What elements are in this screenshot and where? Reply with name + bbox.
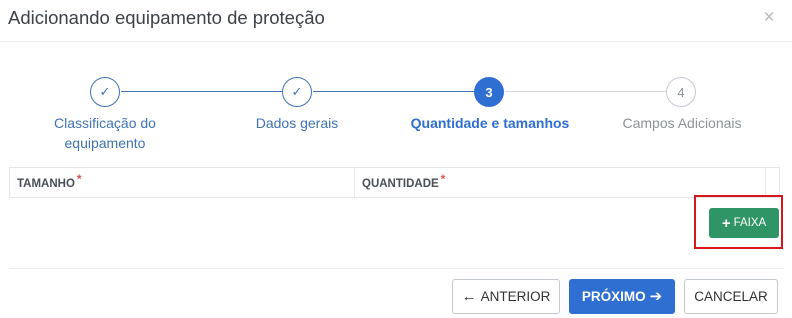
step-connector-1-2 (121, 91, 283, 92)
step-2-label[interactable]: Dados gerais (227, 113, 367, 133)
column-header-tamanho: TAMANHO * (17, 172, 82, 190)
required-marker: * (440, 172, 446, 186)
add-faixa-label: FAIXA (733, 217, 767, 229)
step-3-indicator[interactable]: 3 (474, 77, 504, 107)
step-4-label[interactable]: Campos Adicionais (597, 113, 767, 133)
arrow-right-icon: ➔ (649, 288, 663, 305)
step-3-label[interactable]: Quantidade e tamanhos (400, 113, 580, 133)
plus-icon: + (721, 214, 731, 232)
cancel-button[interactable]: CANCELAR (684, 279, 778, 314)
next-button[interactable]: PRÓXIMO ➔ (569, 279, 675, 314)
arrow-left-icon: ← (461, 288, 477, 305)
column-header-quantidade: QUANTIDADE * (362, 172, 446, 190)
wizard-stepper: ✓ ✓ 3 4 Classificação do equipamento Dad… (0, 70, 792, 160)
column-divider (765, 168, 766, 197)
close-icon[interactable]: × (760, 8, 778, 28)
required-marker: * (76, 172, 82, 186)
previous-button[interactable]: ← ANTERIOR (452, 279, 560, 314)
modal-title: Adicionando equipamento de proteção (8, 7, 325, 28)
step-4-indicator[interactable]: 4 (666, 77, 696, 107)
footer-divider (9, 268, 784, 269)
step-1-check-icon[interactable]: ✓ (90, 77, 120, 107)
step-2-check-icon[interactable]: ✓ (282, 77, 312, 107)
add-faixa-button[interactable]: + FAIXA (709, 208, 779, 238)
step-1-label[interactable]: Classificação do equipamento (35, 113, 175, 153)
sizes-table: TAMANHO * QUANTIDADE * (9, 167, 780, 198)
step-connector-3-4 (505, 91, 667, 92)
step-connector-2-3 (313, 91, 475, 92)
modal-header: Adicionando equipamento de proteção × (0, 0, 792, 42)
